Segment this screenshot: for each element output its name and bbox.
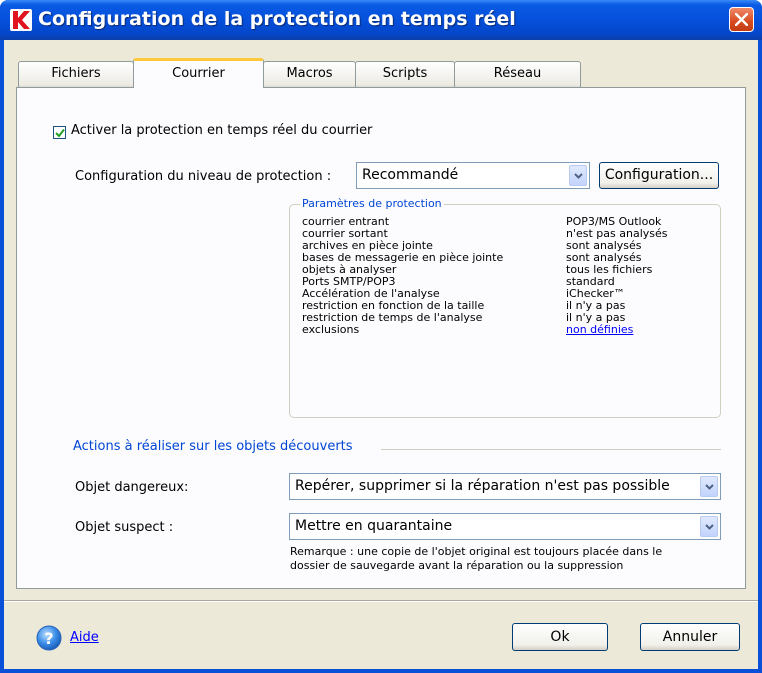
svg-text:?: ? bbox=[44, 629, 53, 648]
window-title: Configuration de la protection en temps … bbox=[38, 8, 516, 30]
protection-level-value: Recommandé bbox=[362, 167, 459, 183]
chevron-down-icon bbox=[574, 173, 583, 179]
close-button[interactable] bbox=[729, 7, 754, 32]
configuration-button[interactable]: Configuration... bbox=[599, 162, 719, 189]
tab-bar: Fichiers Courrier Macros Scripts Réseau bbox=[16, 58, 746, 88]
backup-note-line: Remarque : une copie de l'objet original… bbox=[290, 545, 663, 558]
chevron-down-icon bbox=[705, 484, 714, 490]
dangerous-object-value: Repérer, supprimer si la réparation n'es… bbox=[295, 478, 670, 494]
title-bar[interactable]: Configuration de la protection en temps … bbox=[0, 0, 762, 40]
chevron-down-icon bbox=[705, 524, 714, 530]
tab-courrier[interactable]: Courrier bbox=[133, 58, 264, 88]
actions-section-divider bbox=[381, 449, 721, 450]
dialog-window: Configuration de la protection en temps … bbox=[0, 0, 762, 673]
suspect-object-select[interactable]: Mettre en quarantaine bbox=[289, 513, 721, 540]
backup-note: Remarque : une copie de l'objet original… bbox=[290, 545, 730, 573]
footer-divider-highlight bbox=[4, 601, 758, 602]
tab-scripts[interactable]: Scripts bbox=[355, 61, 455, 87]
ok-button[interactable]: Ok bbox=[512, 623, 608, 651]
kaspersky-k-icon bbox=[10, 9, 32, 31]
tab-fichiers[interactable]: Fichiers bbox=[18, 61, 134, 87]
protection-level-label: Configuration du niveau de protection : bbox=[75, 169, 332, 184]
enable-mail-protection-label[interactable]: Activer la protection en temps réel du c… bbox=[71, 123, 372, 138]
dangerous-object-label: Objet dangereux: bbox=[75, 480, 189, 495]
dangerous-object-select[interactable]: Repérer, supprimer si la réparation n'es… bbox=[289, 473, 721, 500]
suspect-object-label: Objet suspect : bbox=[75, 520, 174, 535]
tab-reseau[interactable]: Réseau bbox=[454, 61, 581, 87]
close-icon bbox=[735, 13, 748, 26]
tab-macros[interactable]: Macros bbox=[263, 61, 356, 87]
tab-panel-courrier: Activer la protection en temps réel du c… bbox=[16, 87, 746, 589]
suspect-object-dropdown-button[interactable] bbox=[700, 516, 718, 537]
protection-level-select[interactable]: Recommandé bbox=[356, 162, 590, 189]
suspect-object-value: Mettre en quarantaine bbox=[295, 518, 453, 534]
backup-note-line: dossier de sauvegarde avant la réparatio… bbox=[290, 559, 624, 572]
dangerous-object-dropdown-button[interactable] bbox=[700, 476, 718, 497]
actions-section-title: Actions à réaliser sur les objets découv… bbox=[73, 439, 353, 454]
protection-level-dropdown-button[interactable] bbox=[569, 165, 587, 186]
protection-parameters-title: Paramètres de protection bbox=[300, 197, 444, 210]
cancel-button[interactable]: Annuler bbox=[640, 623, 740, 651]
help-link[interactable]: Aide bbox=[70, 630, 99, 645]
exclusions-link[interactable]: non définies bbox=[566, 323, 633, 336]
question-mark-icon[interactable]: ? bbox=[36, 625, 62, 651]
enable-mail-protection-checkbox[interactable] bbox=[53, 126, 66, 139]
param-name: exclusions bbox=[302, 323, 360, 336]
checkmark-icon bbox=[55, 128, 65, 138]
dialog-client-area: Fichiers Courrier Macros Scripts Réseau … bbox=[4, 40, 758, 669]
protection-parameters-group: Paramètres de protection courrier entran… bbox=[289, 197, 721, 418]
